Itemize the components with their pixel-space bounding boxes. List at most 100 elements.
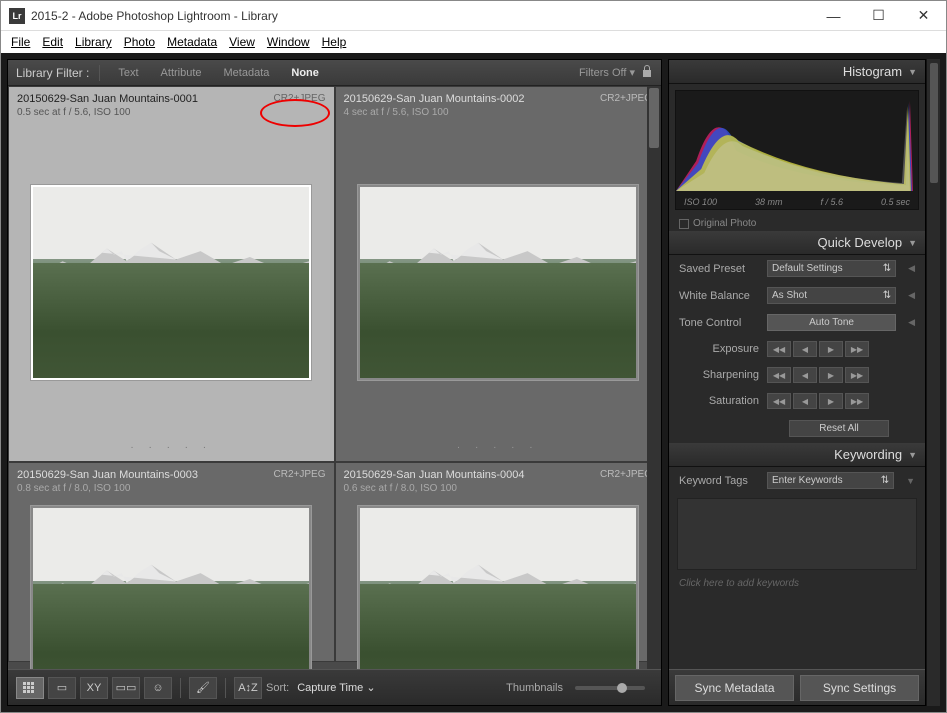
keywording-header[interactable]: Keywording▼ xyxy=(669,443,925,467)
saved-preset-label: Saved Preset xyxy=(679,263,759,275)
cell-title: 20150629-San Juan Mountains-0003 xyxy=(17,469,198,481)
cell-rating-dots[interactable]: · · · · · xyxy=(13,442,330,457)
saturation-big-down[interactable]: ◀◀ xyxy=(767,393,791,409)
thumbnail-image[interactable] xyxy=(358,506,638,669)
sharpening-down[interactable]: ◀ xyxy=(793,367,817,383)
saturation-up[interactable]: ▶ xyxy=(819,393,843,409)
expand-icon[interactable]: ◀ xyxy=(908,290,915,301)
sort-dropdown[interactable]: Capture Time ⌄ xyxy=(297,681,375,694)
loupe-view-button[interactable]: ▭ xyxy=(48,677,76,699)
thumbnail-wrap xyxy=(340,498,657,669)
maximize-button[interactable]: ☐ xyxy=(856,1,901,30)
cell-exposure-info: 4 sec at f / 5.6, ISO 100 xyxy=(340,107,657,122)
compare-view-button[interactable]: XY xyxy=(80,677,108,699)
menu-window[interactable]: Window xyxy=(263,33,314,51)
quick-develop-header[interactable]: Quick Develop▼ xyxy=(669,231,925,255)
sharpening-up[interactable]: ▶ xyxy=(819,367,843,383)
painter-tool-button[interactable]: 🖌 xyxy=(189,677,217,699)
original-photo-toggle[interactable]: Original Photo xyxy=(669,216,925,231)
right-panel: Histogram▼ ISO 100 38 mm f / 5.6 0.5 sec xyxy=(668,59,926,706)
sharpening-big-down[interactable]: ◀◀ xyxy=(767,367,791,383)
cell-title: 20150629-San Juan Mountains-0004 xyxy=(344,469,525,481)
cell-format-badge: CR2+JPEG xyxy=(274,469,326,481)
sync-metadata-button[interactable]: Sync Metadata xyxy=(675,675,794,701)
exposure-big-up[interactable]: ▶▶ xyxy=(845,341,869,357)
close-button[interactable]: ✕ xyxy=(901,1,946,30)
expand-icon[interactable]: ▼ xyxy=(906,476,915,486)
filter-attribute[interactable]: Attribute xyxy=(153,65,210,81)
thumbnail-size-slider[interactable] xyxy=(575,686,645,690)
grid-view-button[interactable] xyxy=(16,677,44,699)
sharpening-label: Sharpening xyxy=(679,369,759,381)
people-view-button[interactable]: ☺ xyxy=(144,677,172,699)
histo-focal: 38 mm xyxy=(755,197,783,207)
right-panel-scrollbar[interactable] xyxy=(926,59,940,706)
grid-cell-1[interactable]: 20150629-San Juan Mountains-0001 CR2+JPE… xyxy=(8,86,335,462)
white-balance-dropdown[interactable]: As Shot⇅ xyxy=(767,287,896,304)
expand-icon[interactable]: ◀ xyxy=(908,317,915,328)
grid-toolbar: ▭ XY ▭▭ ☺ 🖌 A↕Z Sort: Capture Time ⌄ Thu… xyxy=(8,669,661,705)
filter-label: Library Filter : xyxy=(16,66,89,80)
cell-title: 20150629-San Juan Mountains-0001 xyxy=(17,93,198,105)
app-icon: Lr xyxy=(9,8,25,24)
menu-help[interactable]: Help xyxy=(318,33,351,51)
histogram-header[interactable]: Histogram▼ xyxy=(669,60,925,84)
filter-metadata[interactable]: Metadata xyxy=(216,65,278,81)
keyword-tags-dropdown[interactable]: Enter Keywords⇅ xyxy=(767,472,894,489)
sharpening-big-up[interactable]: ▶▶ xyxy=(845,367,869,383)
menu-metadata[interactable]: Metadata xyxy=(163,33,221,51)
library-filter-bar: Library Filter : Text Attribute Metadata… xyxy=(8,60,661,86)
filter-text[interactable]: Text xyxy=(110,65,146,81)
saturation-label: Saturation xyxy=(679,395,759,407)
menubar: File Edit Library Photo Metadata View Wi… xyxy=(1,31,946,53)
thumbnail-wrap xyxy=(13,498,330,669)
exposure-up[interactable]: ▶ xyxy=(819,341,843,357)
filters-off-dropdown[interactable]: Filters Off ▾ xyxy=(579,66,635,79)
exposure-big-down[interactable]: ◀◀ xyxy=(767,341,791,357)
reset-all-button[interactable]: Reset All xyxy=(789,420,889,437)
menu-view[interactable]: View xyxy=(225,33,259,51)
histogram[interactable]: ISO 100 38 mm f / 5.6 0.5 sec xyxy=(675,90,919,210)
cell-exposure-info: 0.8 sec at f / 8.0, ISO 100 xyxy=(13,483,330,498)
menu-edit[interactable]: Edit xyxy=(38,33,67,51)
grid-cell-3[interactable]: 20150629-San Juan Mountains-0003 CR2+JPE… xyxy=(8,462,335,662)
grid-cell-4[interactable]: 20150629-San Juan Mountains-0004 CR2+JPE… xyxy=(335,462,662,662)
menu-library[interactable]: Library xyxy=(71,33,116,51)
histo-shutter: 0.5 sec xyxy=(881,197,910,207)
thumbnail-grid[interactable]: 20150629-San Juan Mountains-0001 CR2+JPE… xyxy=(8,86,661,669)
cell-title: 20150629-San Juan Mountains-0002 xyxy=(344,93,525,105)
grid-scrollbar[interactable] xyxy=(647,86,661,669)
thumbnail-image[interactable] xyxy=(31,506,311,669)
titlebar: Lr 2015-2 - Adobe Photoshop Lightroom - … xyxy=(1,1,946,31)
keyword-hint[interactable]: Click here to add keywords xyxy=(669,574,925,593)
auto-tone-button[interactable]: Auto Tone xyxy=(767,314,896,331)
white-balance-label: White Balance xyxy=(679,290,759,302)
thumbnail-image[interactable] xyxy=(31,185,311,380)
menu-file[interactable]: File xyxy=(7,33,34,51)
tone-control-label: Tone Control xyxy=(679,317,759,329)
lock-icon[interactable] xyxy=(641,64,653,81)
keyword-tags-label: Keyword Tags xyxy=(679,475,759,487)
survey-view-button[interactable]: ▭▭ xyxy=(112,677,140,699)
sort-direction-button[interactable]: A↕Z xyxy=(234,677,262,699)
cell-rating-dots[interactable]: · · · · · xyxy=(340,442,657,457)
menu-photo[interactable]: Photo xyxy=(120,33,159,51)
cell-exposure-info: 0.6 sec at f / 8.0, ISO 100 xyxy=(340,483,657,498)
histo-iso: ISO 100 xyxy=(684,197,717,207)
thumbnail-image[interactable] xyxy=(358,185,638,380)
keyword-text-area[interactable] xyxy=(677,498,917,570)
exposure-down[interactable]: ◀ xyxy=(793,341,817,357)
minimize-button[interactable]: — xyxy=(811,1,856,30)
saturation-down[interactable]: ◀ xyxy=(793,393,817,409)
saved-preset-dropdown[interactable]: Default Settings⇅ xyxy=(767,260,896,277)
cell-format-badge: CR2+JPEG xyxy=(274,93,326,105)
checkbox-icon xyxy=(679,219,689,229)
histo-aperture: f / 5.6 xyxy=(820,197,843,207)
sync-settings-button[interactable]: Sync Settings xyxy=(800,675,919,701)
grid-cell-2[interactable]: 20150629-San Juan Mountains-0002 CR2+JPE… xyxy=(335,86,662,462)
filter-none[interactable]: None xyxy=(283,65,327,81)
saturation-big-up[interactable]: ▶▶ xyxy=(845,393,869,409)
thumbnails-label: Thumbnails xyxy=(506,682,563,694)
expand-icon[interactable]: ◀ xyxy=(908,263,915,274)
sort-label: Sort: xyxy=(266,682,289,694)
